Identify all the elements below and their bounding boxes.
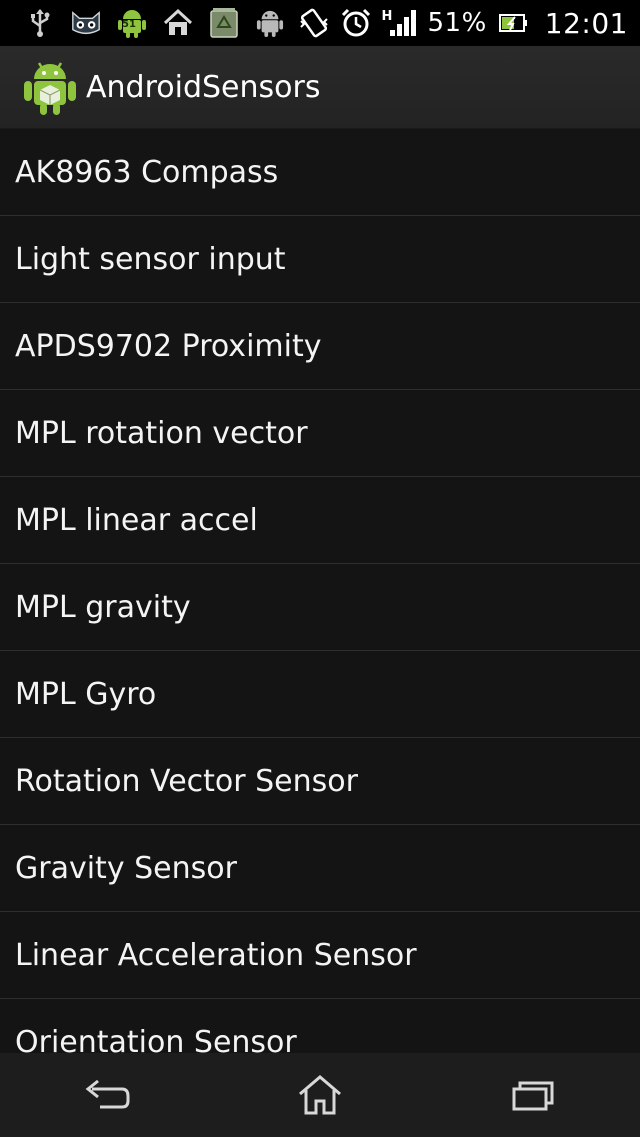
list-item[interactable]: MPL rotation vector xyxy=(0,390,640,477)
list-item[interactable]: MPL gravity xyxy=(0,564,640,651)
list-item[interactable]: Linear Acceleration Sensor xyxy=(0,912,640,999)
home-icon xyxy=(162,7,194,39)
list-item[interactable]: AK8963 Compass xyxy=(0,129,640,216)
android-icon xyxy=(254,7,286,39)
usb-icon xyxy=(24,7,56,39)
list-item[interactable]: MPL linear accel xyxy=(0,477,640,564)
badge-count: 51 xyxy=(122,19,136,30)
cat-icon xyxy=(70,7,102,39)
list-item[interactable]: MPL Gyro xyxy=(0,651,640,738)
battery-percent: 51% xyxy=(427,8,487,38)
list-item[interactable]: Light sensor input xyxy=(0,216,640,303)
list-item[interactable]: Gravity Sensor xyxy=(0,825,640,912)
status-bar: 51 H 51% 12:01 xyxy=(0,0,640,46)
back-icon xyxy=(85,1079,130,1109)
android-cube-icon[interactable] xyxy=(22,57,78,117)
clock: 12:01 xyxy=(544,6,628,40)
battery-charging-icon xyxy=(497,7,529,39)
signal-icon: H xyxy=(382,7,418,39)
notification-icons: 51 xyxy=(0,0,286,46)
home-icon xyxy=(299,1075,341,1115)
list-item[interactable]: Orientation Sensor xyxy=(0,999,640,1053)
home-button[interactable] xyxy=(280,1065,360,1125)
recycle-icon xyxy=(208,7,240,39)
recent-apps-button[interactable] xyxy=(493,1065,573,1125)
sensor-list: AK8963 Compass Light sensor input APDS97… xyxy=(0,129,640,1053)
list-item[interactable]: APDS9702 Proximity xyxy=(0,303,640,390)
back-button[interactable] xyxy=(67,1065,147,1125)
recent-apps-icon xyxy=(512,1081,554,1111)
action-bar: AndroidSensors xyxy=(0,46,640,130)
navigation-bar xyxy=(0,1053,640,1137)
network-type: H xyxy=(381,9,393,24)
list-item[interactable]: Rotation Vector Sensor xyxy=(0,738,640,825)
screen: 51 H 51% 12:01 AndroidSensors AK8963 Com… xyxy=(0,0,640,1137)
android-badge-icon: 51 xyxy=(116,7,148,39)
vibrate-icon xyxy=(298,7,330,39)
system-status: H 51% 12:01 xyxy=(298,0,640,46)
app-title: AndroidSensors xyxy=(86,69,321,105)
alarm-icon xyxy=(340,7,372,39)
